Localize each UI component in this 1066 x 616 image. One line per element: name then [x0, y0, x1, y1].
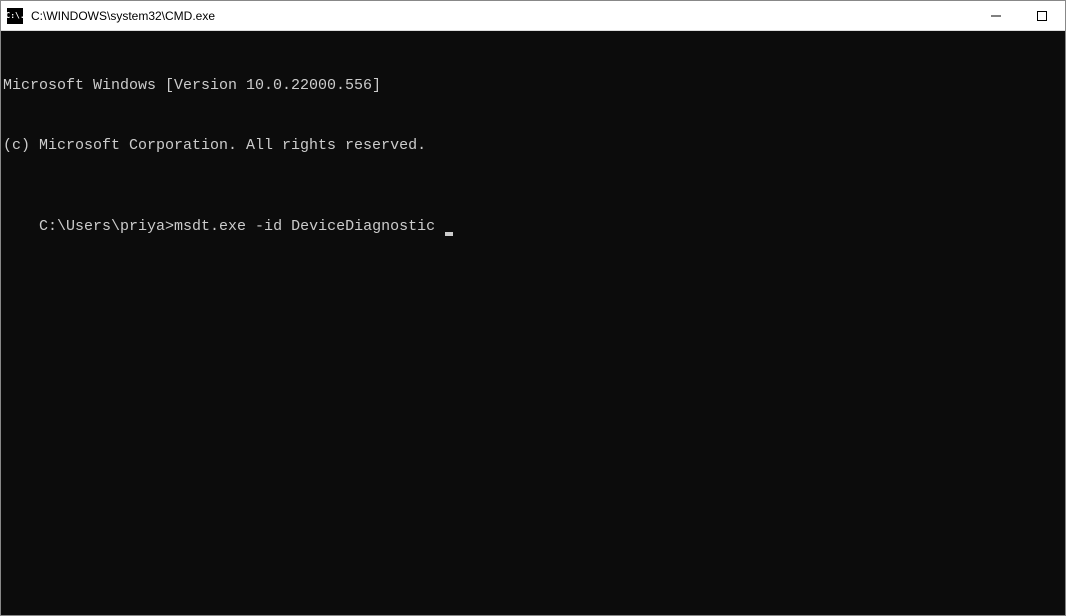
cursor	[445, 232, 453, 236]
cmd-window: C:\. C:\WINDOWS\system32\CMD.exe Microso…	[0, 0, 1066, 616]
version-line: Microsoft Windows [Version 10.0.22000.55…	[3, 76, 1063, 96]
command-text: msdt.exe -id DeviceDiagnostic	[174, 218, 444, 235]
titlebar[interactable]: C:\. C:\WINDOWS\system32\CMD.exe	[1, 1, 1065, 31]
command-line: C:\Users\priya>msdt.exe -id DeviceDiagno…	[39, 218, 453, 235]
maximize-icon	[1037, 11, 1047, 21]
prompt-text: C:\Users\priya>	[39, 218, 174, 235]
window-title: C:\WINDOWS\system32\CMD.exe	[31, 9, 973, 23]
copyright-line: (c) Microsoft Corporation. All rights re…	[3, 136, 1063, 156]
cmd-icon: C:\.	[7, 8, 23, 24]
minimize-icon	[991, 11, 1001, 21]
maximize-button[interactable]	[1019, 1, 1065, 30]
window-controls	[973, 1, 1065, 30]
cmd-icon-text: C:\.	[5, 12, 24, 20]
minimize-button[interactable]	[973, 1, 1019, 30]
terminal-output[interactable]: Microsoft Windows [Version 10.0.22000.55…	[1, 31, 1065, 615]
